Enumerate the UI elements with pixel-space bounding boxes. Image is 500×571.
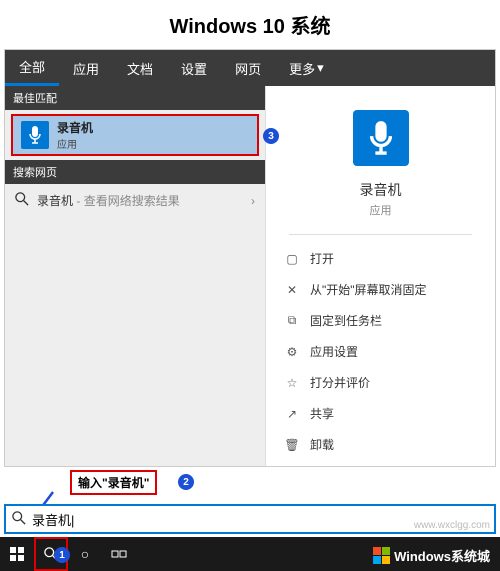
action-share-label: 共享 bbox=[310, 405, 334, 422]
action-pin-taskbar[interactable]: ⧉ 固定到任务栏 bbox=[280, 305, 481, 336]
tab-web[interactable]: 网页 bbox=[221, 50, 275, 86]
search-tabs: 全部 应用 文档 设置 网页 更多 ▾ bbox=[5, 50, 495, 86]
callout-instruction: 输入"录音机" bbox=[70, 470, 157, 495]
tab-more[interactable]: 更多 ▾ bbox=[275, 50, 338, 86]
action-open[interactable]: ▢ 打开 bbox=[280, 243, 481, 274]
gear-icon: ⚙ bbox=[284, 345, 300, 359]
preview-app-name: 录音机 bbox=[360, 180, 402, 200]
page-title: Windows 10 系统 bbox=[0, 0, 500, 49]
tab-settings[interactable]: 设置 bbox=[167, 50, 221, 86]
action-unpin-start[interactable]: ✕ 从"开始"屏幕取消固定 bbox=[280, 274, 481, 305]
results-pane: 最佳匹配 录音机 应用 3 搜索网页 录音机 bbox=[5, 86, 265, 466]
taskbar-search-button[interactable]: 1 bbox=[34, 537, 68, 571]
search-icon bbox=[15, 192, 29, 209]
web-search-result[interactable]: 录音机 - 查看网络搜索结果 › bbox=[5, 184, 265, 217]
action-open-label: 打开 bbox=[310, 250, 334, 267]
preview-pane: 录音机 应用 ▢ 打开 ✕ 从"开始"屏幕取消固定 ⧉ 固定到任务栏 ⚙ bbox=[265, 86, 495, 466]
voice-recorder-large-icon bbox=[353, 110, 409, 166]
share-icon: ↗ bbox=[284, 407, 300, 421]
preview-app-type: 应用 bbox=[370, 202, 392, 218]
action-uninstall-label: 卸载 bbox=[310, 436, 334, 453]
divider bbox=[289, 234, 472, 235]
best-match-result[interactable]: 录音机 应用 3 bbox=[11, 114, 259, 156]
action-rate[interactable]: ☆ 打分并评价 bbox=[280, 367, 481, 398]
watermark: Windows系统城 bbox=[372, 546, 490, 565]
section-best-match-label: 最佳匹配 bbox=[5, 86, 265, 110]
section-search-web-label: 搜索网页 bbox=[5, 160, 265, 184]
tab-all[interactable]: 全部 bbox=[5, 50, 59, 86]
watermark-text: Windows系统城 bbox=[394, 546, 490, 565]
search-icon bbox=[12, 511, 26, 528]
pin-taskbar-icon: ⧉ bbox=[284, 313, 300, 328]
trash-icon: 🗑 bbox=[284, 438, 300, 452]
tab-apps[interactable]: 应用 bbox=[59, 50, 113, 86]
action-unpin-start-label: 从"开始"屏幕取消固定 bbox=[310, 281, 427, 298]
task-view-button[interactable] bbox=[102, 537, 136, 571]
action-share[interactable]: ↗ 共享 bbox=[280, 398, 481, 429]
web-search-hint: 查看网络搜索结果 bbox=[84, 194, 180, 208]
callout-instruction-text: 输入"录音机" bbox=[78, 476, 149, 490]
windows-logo-icon bbox=[372, 547, 390, 565]
action-app-settings[interactable]: ⚙ 应用设置 bbox=[280, 336, 481, 367]
chevron-right-icon: › bbox=[251, 194, 255, 208]
best-match-title: 录音机 bbox=[57, 119, 93, 136]
action-app-settings-label: 应用设置 bbox=[310, 343, 358, 360]
start-button[interactable] bbox=[0, 537, 34, 571]
action-rate-label: 打分并评价 bbox=[310, 374, 370, 391]
tab-more-label: 更多 bbox=[289, 59, 315, 78]
start-menu-panel: 全部 应用 文档 设置 网页 更多 ▾ 最佳匹配 录音机 应用 3 搜索网页 bbox=[4, 49, 496, 467]
search-input-value[interactable]: 录音机 bbox=[32, 510, 74, 529]
step-badge-2: 2 bbox=[178, 474, 194, 490]
voice-recorder-icon bbox=[21, 121, 49, 149]
watermark-url: www.wxclgg.com bbox=[414, 520, 490, 531]
action-pin-taskbar-label: 固定到任务栏 bbox=[310, 312, 382, 329]
web-search-term: 录音机 bbox=[37, 194, 73, 208]
open-icon: ▢ bbox=[284, 252, 300, 266]
step-badge-1: 1 bbox=[54, 547, 70, 563]
cortana-button[interactable]: ○ bbox=[68, 537, 102, 571]
action-uninstall[interactable]: 🗑 卸载 bbox=[280, 429, 481, 460]
unpin-start-icon: ✕ bbox=[284, 283, 300, 297]
tab-docs[interactable]: 文档 bbox=[113, 50, 167, 86]
best-match-subtitle: 应用 bbox=[57, 136, 93, 151]
chevron-down-icon: ▾ bbox=[317, 60, 324, 76]
star-icon: ☆ bbox=[284, 376, 300, 390]
step-badge-3: 3 bbox=[263, 128, 279, 144]
